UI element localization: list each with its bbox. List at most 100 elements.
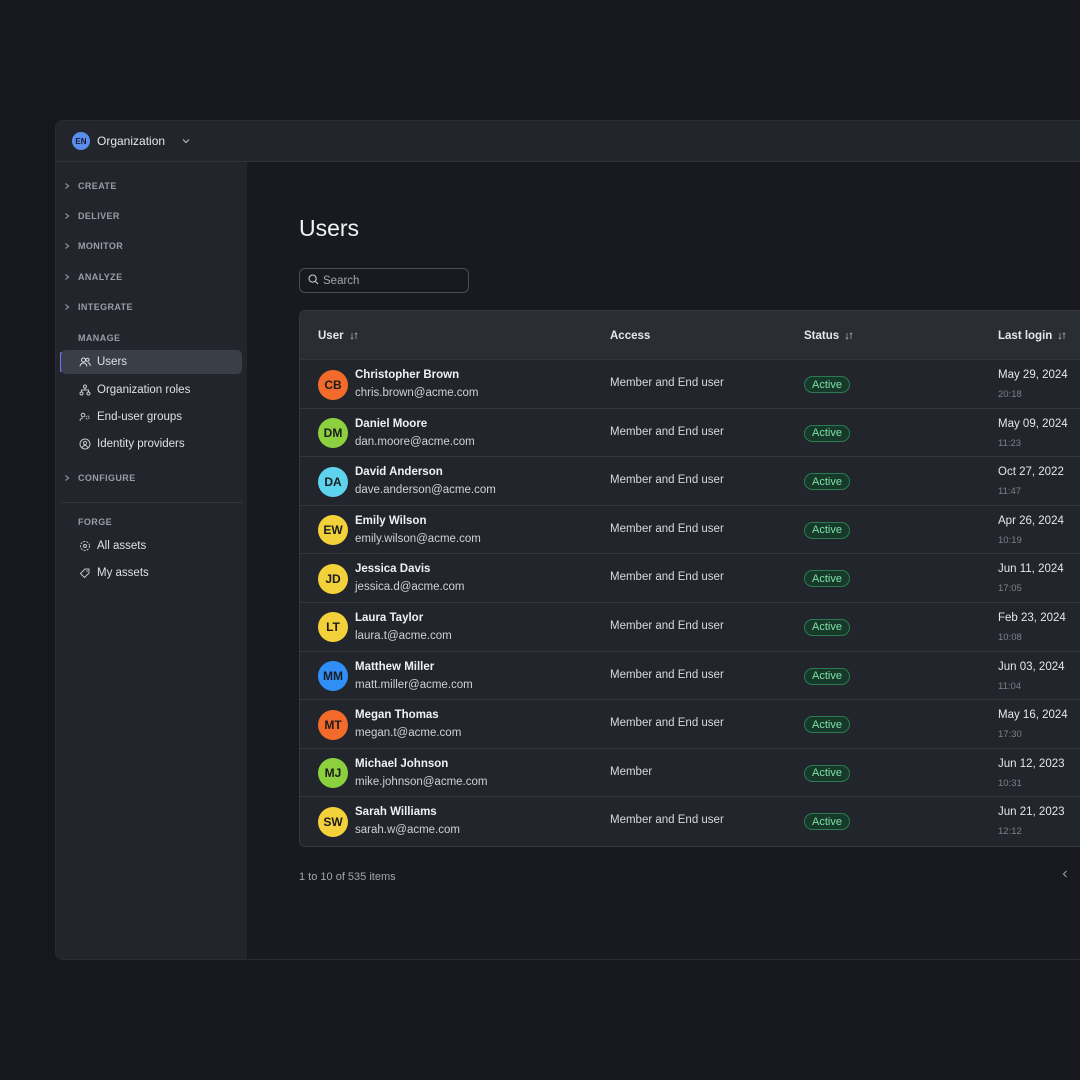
last-login-date: Jun 11, 2024 <box>998 563 1064 576</box>
forge-label: FORGE <box>78 517 113 527</box>
search-box[interactable] <box>299 268 469 293</box>
main-content: Users User Access Status <box>247 162 1080 959</box>
org-name[interactable]: Organization <box>97 134 165 148</box>
sidebar-item-identity-providers[interactable]: Identity providers <box>61 432 242 456</box>
access-cell: Member and End user <box>610 571 724 584</box>
section-label: ANALYZE <box>78 272 123 282</box>
avatar: MM <box>318 661 348 692</box>
sidebar-item-my-assets[interactable]: My assets <box>61 561 242 585</box>
last-login-time: 11:47 <box>998 486 1022 498</box>
sidebar-item-organization-roles[interactable]: Organization roles <box>61 378 242 402</box>
chevron-right-icon <box>56 182 78 190</box>
table-row[interactable]: MM Matthew Miller matt.miller@acme.com M… <box>300 651 1080 701</box>
last-login-date: Jun 03, 2024 <box>998 660 1065 673</box>
column-header-status[interactable]: Status <box>804 311 854 360</box>
table-row[interactable]: EW Emily Wilson emily.wilson@acme.com Me… <box>300 505 1080 555</box>
chevron-right-icon <box>56 273 78 281</box>
search-input[interactable] <box>323 274 463 287</box>
chevron-down-icon[interactable] <box>181 136 191 146</box>
sidebar-item-label: End-user groups <box>97 411 183 423</box>
sidebar-divider <box>61 502 242 503</box>
sidebar-section-create[interactable]: CREATE <box>56 176 117 196</box>
user-email: emily.wilson@acme.com <box>355 532 481 545</box>
user-email: dan.moore@acme.com <box>355 435 475 448</box>
status-badge: Active <box>804 667 850 685</box>
table-row[interactable]: MJ Michael Johnson mike.johnson@acme.com… <box>300 748 1080 798</box>
status-badge: Active <box>804 764 850 782</box>
table-row[interactable]: MT Megan Thomas megan.t@acme.com Member … <box>300 700 1080 749</box>
chevron-left-icon[interactable] <box>1060 869 1070 879</box>
last-login-time: 10:31 <box>998 777 1022 789</box>
user-name[interactable]: Daniel Moore <box>355 418 427 430</box>
table-row[interactable]: JD Jessica Davis jessica.d@acme.com Memb… <box>300 554 1080 603</box>
table-row[interactable]: LT Laura Taylor laura.t@acme.com Member … <box>300 602 1080 652</box>
table-row[interactable]: DM Daniel Moore dan.moore@acme.com Membe… <box>300 408 1080 458</box>
user-name[interactable]: Matthew Miller <box>355 661 434 673</box>
user-email: chris.brown@acme.com <box>355 387 479 399</box>
last-login-date: Feb 23, 2024 <box>998 611 1066 624</box>
table-row[interactable]: CB Christopher Brown chris.brown@acme.co… <box>300 360 1080 409</box>
sidebar-item-all-assets[interactable]: All assets <box>61 534 242 558</box>
sidebar-section-deliver[interactable]: DELIVER <box>56 206 120 226</box>
avatar: MJ <box>318 758 348 789</box>
user-name[interactable]: Emily Wilson <box>355 515 426 527</box>
access-cell: Member and End user <box>610 668 724 681</box>
column-header-last-login[interactable]: Last login <box>998 311 1067 360</box>
sidebar-item-end-user-groups[interactable]: End-user groups <box>61 405 242 429</box>
user-email: matt.miller@acme.com <box>355 678 473 691</box>
last-login-time: 11:04 <box>998 680 1022 692</box>
table-row[interactable]: SW Sarah Williams sarah.w@acme.com Membe… <box>300 797 1080 846</box>
access-cell: Member and End user <box>610 377 724 389</box>
last-login-time: 12:12 <box>998 826 1022 838</box>
sidebar-item-users[interactable]: Users <box>61 350 242 374</box>
user-email: dave.anderson@acme.com <box>355 484 496 497</box>
last-login-time: 11:23 <box>998 437 1022 449</box>
status-badge: Active <box>804 716 850 734</box>
sidebar-item-label: Organization roles <box>97 384 191 396</box>
last-login-date: Jun 21, 2023 <box>998 806 1065 819</box>
sidebar-item-label: Users <box>97 356 128 368</box>
access-cell: Member and End user <box>610 474 724 487</box>
sidebar-section-configure[interactable]: CONFIGURE <box>56 468 136 488</box>
sort-icon[interactable] <box>844 331 854 341</box>
user-group-icon <box>79 411 91 423</box>
access-cell: Member and End user <box>610 619 724 632</box>
sort-icon[interactable] <box>1057 331 1067 341</box>
table-header: User Access Status Last login <box>300 311 1080 360</box>
user-name[interactable]: Megan Thomas <box>355 709 439 721</box>
page-title: Users <box>299 215 360 241</box>
avatar: DM <box>318 418 348 449</box>
last-login-time: 17:30 <box>998 729 1022 741</box>
status-badge: Active <box>804 570 850 588</box>
last-login-time: 10:19 <box>998 534 1022 546</box>
sidebar-section-integrate[interactable]: INTEGRATE <box>56 297 133 317</box>
last-login-time: 17:05 <box>998 583 1022 595</box>
hierarchy-icon <box>79 384 91 396</box>
sidebar-section-analyze[interactable]: ANALYZE <box>56 267 122 287</box>
section-label: INTEGRATE <box>78 302 133 312</box>
user-name[interactable]: Sarah Williams <box>355 806 437 818</box>
sidebar-section-monitor[interactable]: MONITOR <box>56 236 123 256</box>
user-name[interactable]: Jessica Davis <box>355 563 430 575</box>
last-login-date: May 16, 2024 <box>998 709 1068 722</box>
section-label: DELIVER <box>78 211 120 221</box>
avatar: SW <box>318 806 348 837</box>
status-badge: Active <box>804 618 850 636</box>
user-name[interactable]: Christopher Brown <box>355 369 459 381</box>
user-email: sarah.w@acme.com <box>355 824 460 837</box>
user-name[interactable]: Laura Taylor <box>355 612 423 624</box>
last-login-time: 10:08 <box>998 631 1022 643</box>
last-login-date: Jun 12, 2023 <box>998 757 1065 770</box>
chevron-right-icon <box>56 303 78 311</box>
access-cell: Member and End user <box>610 717 724 730</box>
last-login-date: Apr 26, 2024 <box>998 514 1064 527</box>
users-icon <box>79 356 91 368</box>
user-email: laura.t@acme.com <box>355 629 452 642</box>
table-row[interactable]: DA David Anderson dave.anderson@acme.com… <box>300 457 1080 506</box>
status-badge: Active <box>804 473 850 491</box>
user-name[interactable]: Michael Johnson <box>355 758 448 770</box>
column-header-user[interactable]: User <box>318 311 359 360</box>
sort-icon[interactable] <box>349 331 359 341</box>
user-name[interactable]: David Anderson <box>355 466 443 478</box>
avatar: CB <box>318 369 348 400</box>
